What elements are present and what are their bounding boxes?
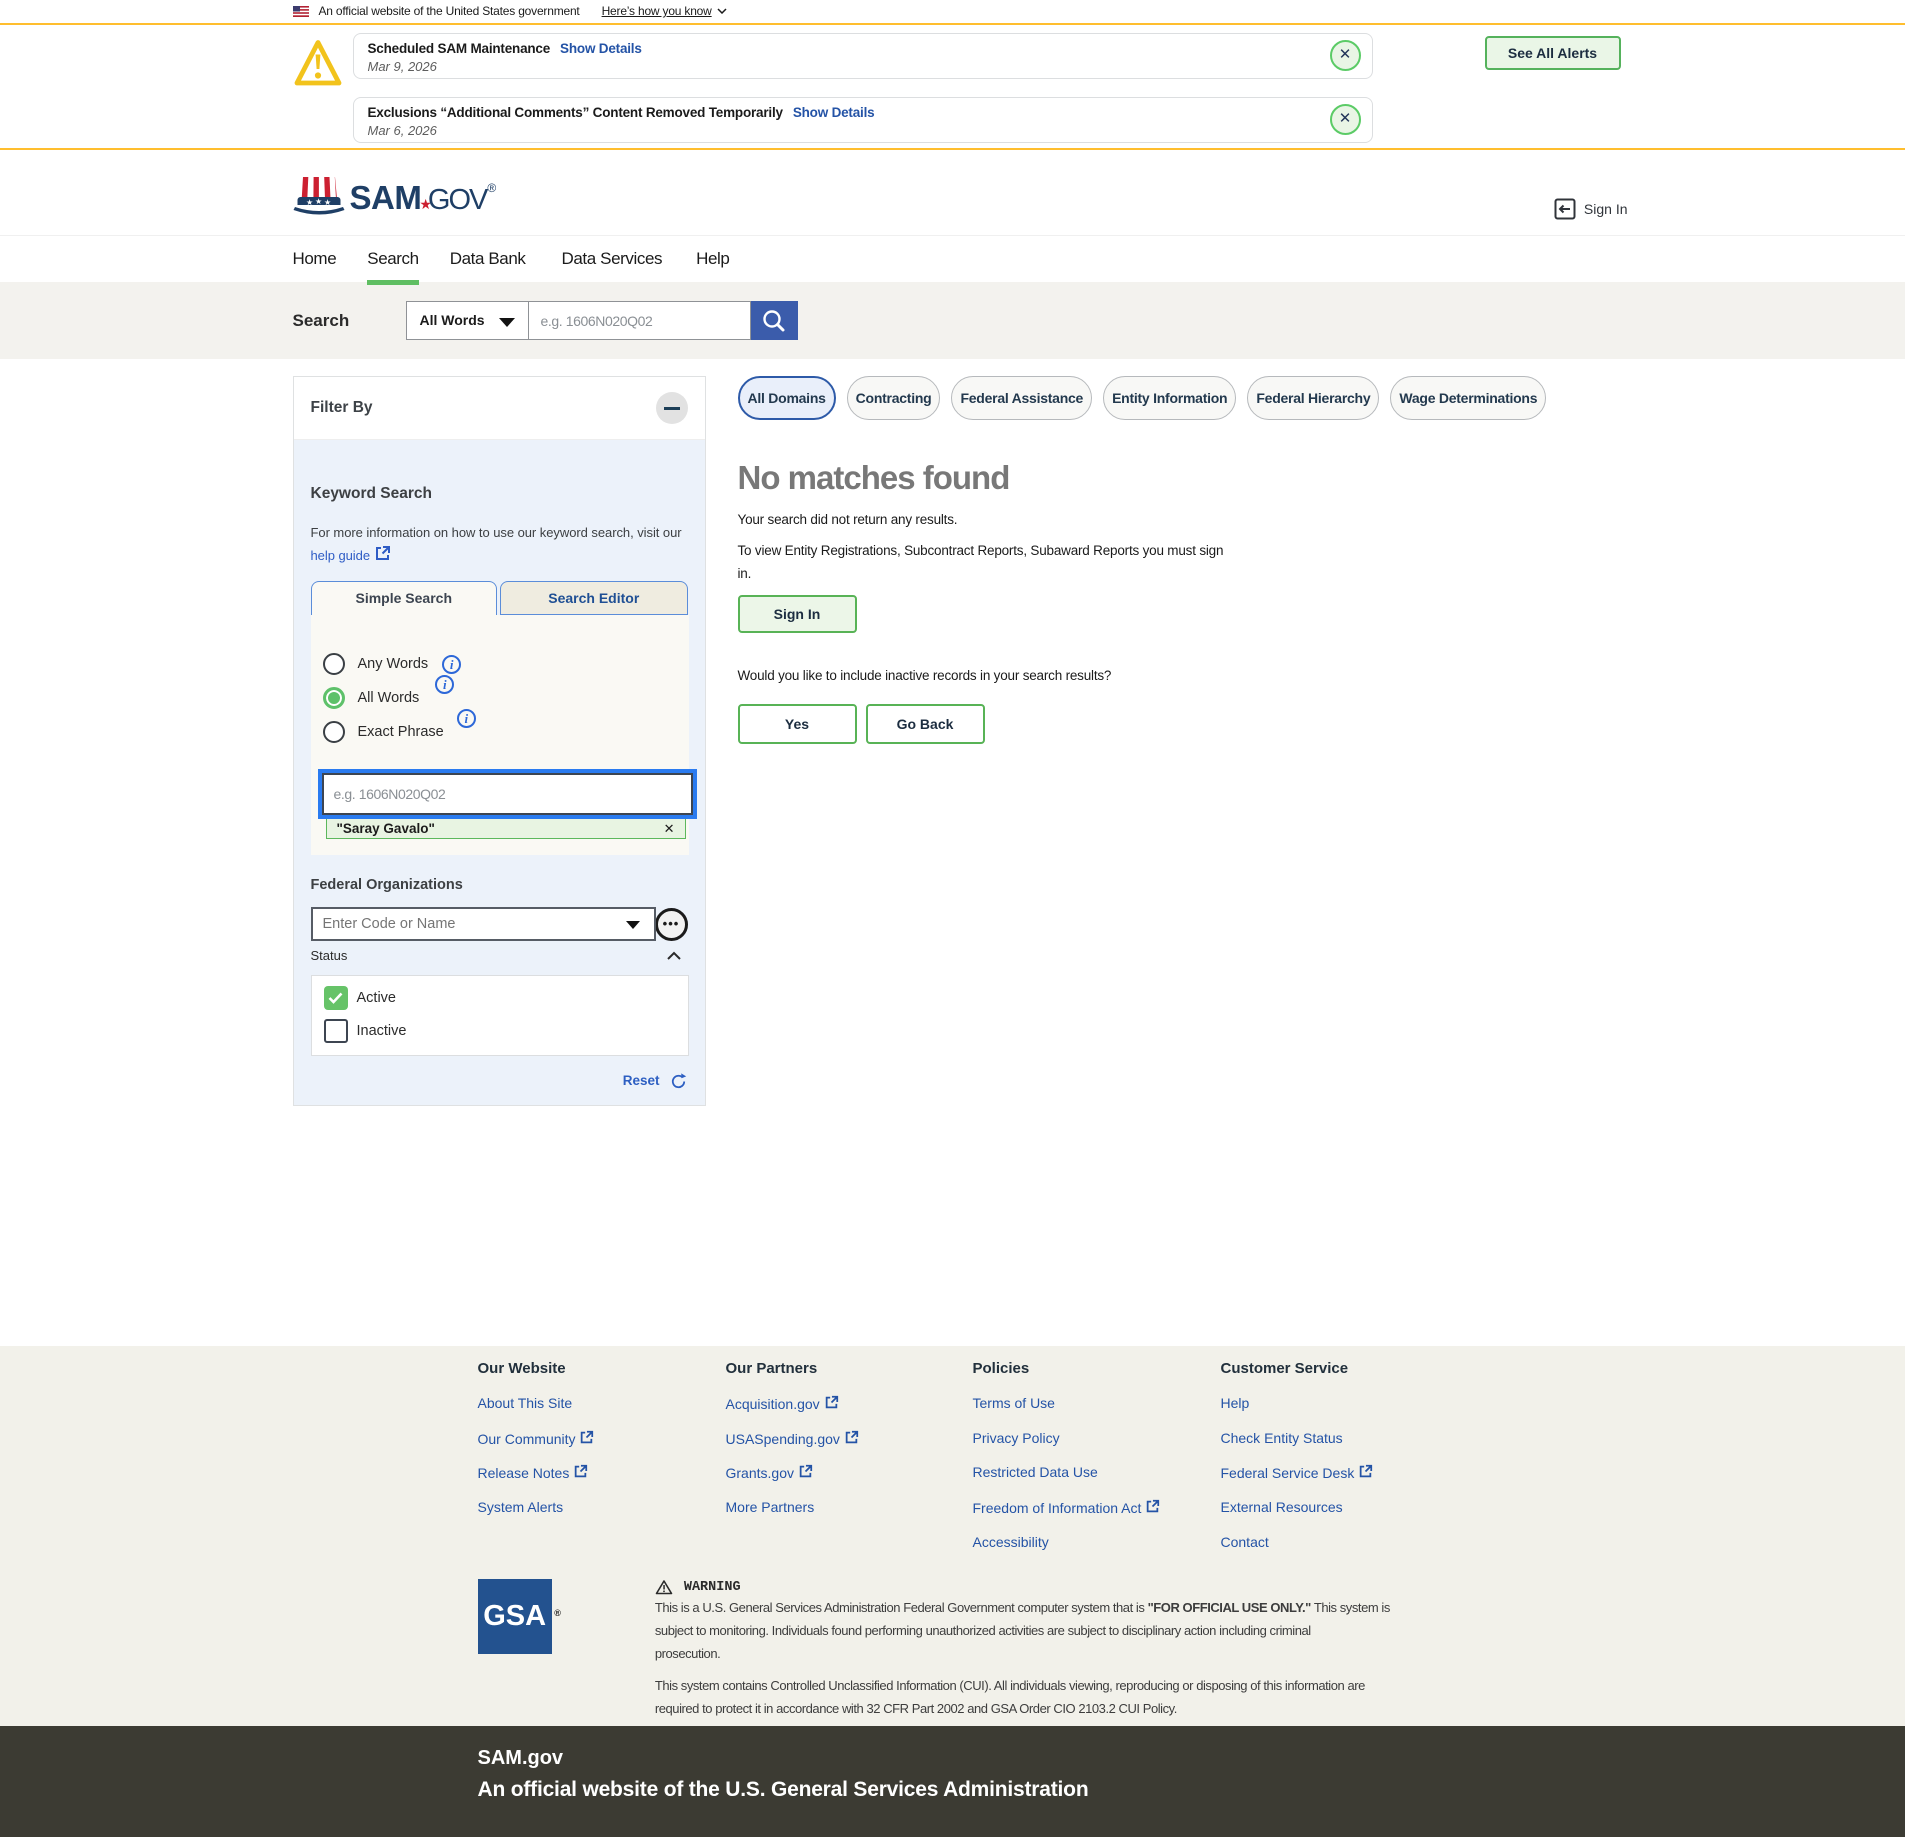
svg-text:★: ★ — [324, 198, 331, 207]
svg-text:★: ★ — [306, 198, 313, 207]
svg-text:★: ★ — [315, 197, 322, 206]
